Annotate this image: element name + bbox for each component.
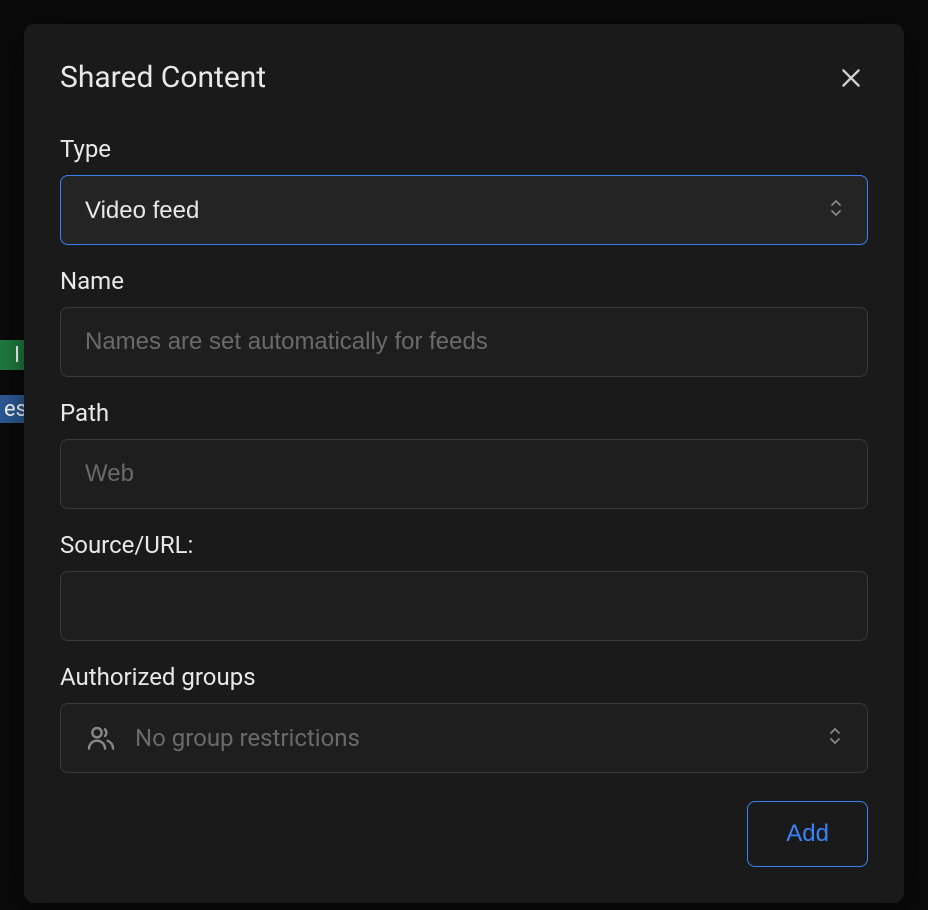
close-icon: [838, 65, 864, 91]
type-label: Type: [60, 135, 868, 163]
path-label: Path: [60, 399, 868, 427]
path-field-group: Path: [60, 399, 868, 509]
name-field-group: Name: [60, 267, 868, 377]
users-icon: [85, 722, 117, 754]
modal-header: Shared Content: [60, 60, 868, 95]
modal-footer: Add: [60, 801, 868, 867]
source-input[interactable]: [60, 571, 868, 641]
type-field-group: Type Video feed: [60, 135, 868, 245]
groups-select[interactable]: No group restrictions: [60, 703, 868, 773]
modal-title: Shared Content: [60, 60, 266, 95]
source-field-group: Source/URL:: [60, 531, 868, 641]
name-input[interactable]: [60, 307, 868, 377]
shared-content-modal: Shared Content Type Video feed Name: [24, 24, 904, 903]
source-label: Source/URL:: [60, 531, 868, 559]
close-button[interactable]: [834, 61, 868, 95]
name-label: Name: [60, 267, 868, 295]
add-button[interactable]: Add: [747, 801, 868, 867]
groups-placeholder: No group restrictions: [135, 724, 843, 752]
path-input[interactable]: [60, 439, 868, 509]
type-select-wrapper: Video feed: [60, 175, 868, 245]
groups-label: Authorized groups: [60, 663, 868, 691]
type-select[interactable]: Video feed: [60, 175, 868, 245]
groups-field-group: Authorized groups No group restrictions: [60, 663, 868, 773]
